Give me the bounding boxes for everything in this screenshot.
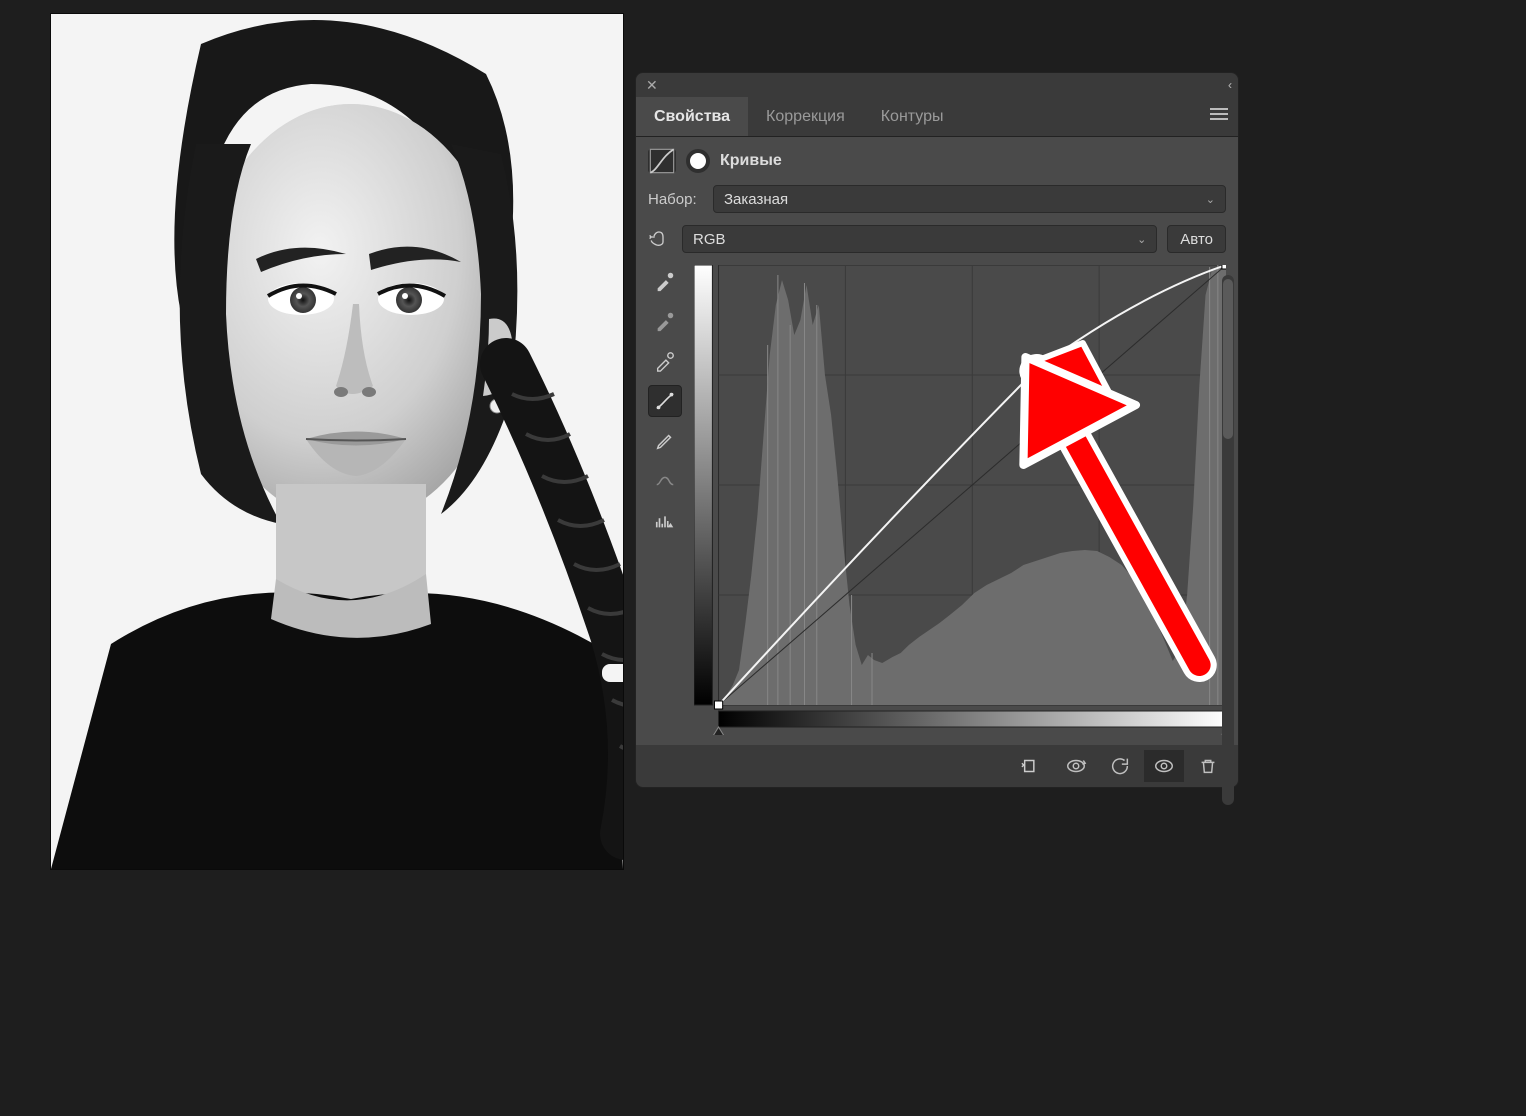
canvas-photo: [51, 14, 623, 869]
panel-scrollbar[interactable]: [1222, 275, 1234, 805]
panel-menu-icon[interactable]: [1210, 107, 1228, 126]
chevron-down-icon: ⌄: [1206, 193, 1215, 206]
panel-body: Кривые Набор: Заказная ⌄ RGB ⌄ Авто: [636, 137, 1238, 745]
pencil-tool-icon[interactable]: [648, 425, 682, 457]
eyedropper-white-icon[interactable]: [648, 345, 682, 377]
adjustment-header: Кривые: [648, 149, 1226, 173]
curve-tools: [648, 265, 686, 537]
channel-row: RGB ⌄ Авто: [648, 225, 1226, 253]
adjustment-title: Кривые: [720, 152, 782, 170]
preset-row: Набор: Заказная ⌄: [648, 185, 1226, 213]
curve-point-tool-icon[interactable]: [648, 385, 682, 417]
preset-label: Набор:: [648, 191, 703, 208]
scrollbar-thumb[interactable]: [1223, 279, 1233, 439]
preset-select[interactable]: Заказная ⌄: [713, 185, 1226, 213]
tab-properties[interactable]: Свойства: [636, 97, 748, 136]
curves-icon: [648, 149, 676, 173]
channel-value: RGB: [693, 231, 726, 248]
auto-button[interactable]: Авто: [1167, 225, 1226, 253]
layer-mask-icon: [686, 149, 710, 173]
reset-button[interactable]: [1100, 750, 1140, 782]
eyedropper-black-icon[interactable]: [648, 265, 682, 297]
channel-select[interactable]: RGB ⌄: [682, 225, 1157, 253]
close-icon[interactable]: ✕: [646, 77, 658, 94]
eyedropper-gray-icon[interactable]: [648, 305, 682, 337]
panel-titlebar: ✕ ‹‹: [636, 73, 1238, 97]
tab-adjustments[interactable]: Коррекция: [748, 97, 863, 136]
black-point-slider: [712, 727, 724, 735]
view-previous-state-button[interactable]: [1056, 750, 1096, 782]
panel-tabs: Свойства Коррекция Контуры: [636, 97, 1238, 137]
clip-to-layer-button[interactable]: [1012, 750, 1052, 782]
smooth-curve-icon[interactable]: [648, 465, 682, 497]
chevron-down-icon: ⌄: [1137, 233, 1146, 246]
histogram-clip-icon[interactable]: [648, 505, 682, 537]
visibility-toggle-button[interactable]: [1144, 750, 1184, 782]
targeted-adjust-icon[interactable]: [648, 227, 672, 252]
curves-graph[interactable]: [694, 265, 1226, 735]
tab-paths[interactable]: Контуры: [863, 97, 962, 136]
preset-value: Заказная: [724, 191, 788, 208]
properties-panel: ✕ ‹‹ Свойства Коррекция Контуры Кривые Н…: [635, 72, 1239, 788]
panel-footer: [636, 745, 1238, 787]
